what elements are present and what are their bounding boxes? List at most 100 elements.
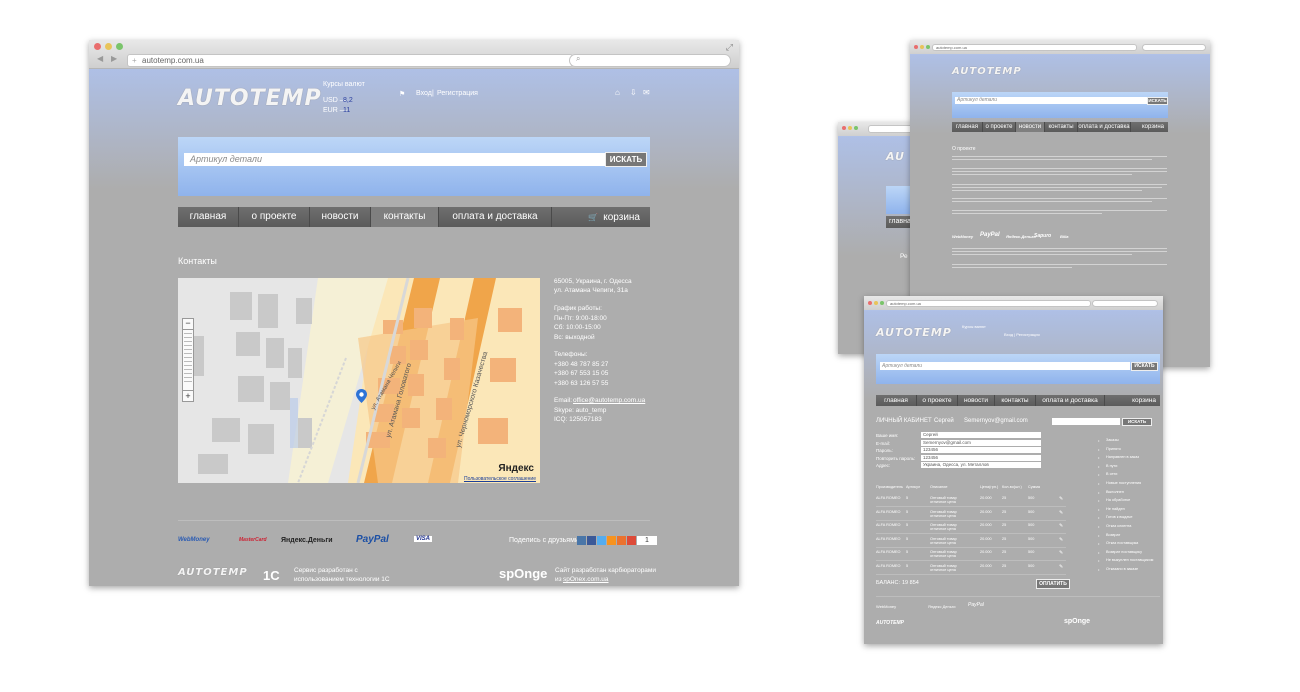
nav-item-about[interactable]: о проекте — [239, 207, 310, 227]
minimize-dot-icon[interactable] — [848, 126, 852, 130]
forward-arrow-icon[interactable]: ▶ — [111, 54, 117, 63]
zoom-track[interactable] — [184, 333, 192, 385]
sidebar-item[interactable]: Не найден — [1106, 507, 1125, 511]
home-icon[interactable]: ⌂ — [615, 88, 620, 97]
maximize-dot-icon[interactable] — [926, 45, 930, 49]
address-bar[interactable]: autotemp.com.ua — [932, 44, 1137, 51]
close-dot-icon[interactable] — [868, 301, 872, 305]
zoom-slider[interactable]: − + — [182, 318, 194, 402]
nav-item-delivery[interactable]: оплата и доставка — [439, 207, 552, 227]
nav-item-contacts[interactable]: контакты — [1045, 122, 1078, 132]
odnoklassniki-icon[interactable] — [607, 536, 616, 545]
phone-3[interactable]: +380 63 126 57 55 — [554, 379, 608, 389]
nav-item-home[interactable]: главная — [876, 395, 917, 406]
nav-item-news[interactable]: новости — [958, 395, 995, 406]
form-input[interactable]: Сергей — [921, 432, 1041, 438]
search-button[interactable]: ИСКАТЬ — [1131, 362, 1158, 371]
nav-item-home[interactable]: главная — [952, 122, 983, 132]
nav-item-about[interactable]: о проекте — [917, 395, 958, 406]
sidebar-item[interactable]: Отказ поставщика — [1106, 541, 1138, 545]
nav-item-about[interactable]: о проекте — [983, 122, 1016, 132]
edit-icon[interactable]: ✎ — [1059, 523, 1063, 529]
nav-item-delivery[interactable]: оплата и доставка — [1036, 395, 1105, 406]
nav-item-news[interactable]: новости — [310, 207, 371, 227]
mailru-icon[interactable] — [617, 536, 626, 545]
minimize-dot-icon[interactable] — [874, 301, 878, 305]
nav-item-home[interactable]: главная — [178, 207, 239, 227]
edit-icon[interactable]: ✎ — [1059, 510, 1063, 516]
minimize-dot-icon[interactable] — [105, 43, 112, 50]
cabinet-search-button[interactable]: ИСКАТЬ — [1122, 418, 1152, 426]
form-input[interactable]: Украина, Одесса, ул. Металлов — [921, 462, 1041, 469]
form-input[interactable]: 123456 — [921, 454, 1041, 461]
nav-item-delivery[interactable]: оплата и доставка — [1078, 122, 1131, 132]
sidebar-item[interactable]: На обработке — [1106, 498, 1130, 502]
zoom-in-button[interactable]: + — [183, 390, 193, 401]
facebook-icon[interactable] — [587, 536, 596, 545]
maximize-dot-icon[interactable] — [880, 301, 884, 305]
sidebar-item[interactable]: Принято — [1106, 447, 1121, 451]
sponge-link[interactable]: spOnex.com.ua — [563, 575, 609, 584]
edit-icon[interactable]: ✎ — [1059, 537, 1063, 543]
login-link[interactable]: Вход — [416, 90, 432, 97]
zoom-out-button[interactable]: − — [183, 319, 193, 330]
auth-links[interactable]: Вход | Регистрация — [1004, 332, 1040, 337]
maximize-dot-icon[interactable] — [116, 43, 123, 50]
mail-icon[interactable]: ✉ — [643, 88, 650, 97]
browser-search[interactable]: ⌕ — [569, 54, 731, 67]
agreement-link[interactable]: Пользовательское соглашение — [464, 476, 536, 482]
sidebar-item[interactable]: Выполнен — [1106, 490, 1124, 494]
maximize-dot-icon[interactable] — [854, 126, 858, 130]
download-icon[interactable]: ⇩ — [630, 88, 637, 97]
google-plus-icon[interactable] — [627, 536, 636, 545]
close-dot-icon[interactable] — [842, 126, 846, 130]
sidebar-item[interactable]: Новые поступления — [1106, 481, 1141, 485]
search-input[interactable]: Артикул детали — [955, 97, 1147, 104]
nav-item-contacts[interactable]: контакты — [995, 395, 1036, 406]
search-button[interactable]: ИСКАТЬ — [1147, 97, 1168, 105]
search-input[interactable]: Артикул детали — [880, 362, 1130, 370]
sidebar-item[interactable]: Не выкуплен поставщиком — [1106, 558, 1153, 562]
cart-link[interactable]: корзина — [1131, 122, 1168, 132]
edit-icon[interactable]: ✎ — [1059, 496, 1063, 502]
browser-search[interactable] — [1092, 300, 1158, 307]
phone-2[interactable]: +380 67 553 15 05 — [554, 369, 608, 379]
fullscreen-icon[interactable]: ⤢ — [726, 42, 733, 53]
cart-link[interactable]: 🛒 корзина — [552, 207, 650, 227]
map[interactable]: ул. Атамана Головатого ул. Черноморского… — [178, 278, 540, 483]
sidebar-item[interactable]: Отказано в заказе — [1106, 567, 1138, 571]
edit-icon[interactable]: ✎ — [1059, 564, 1063, 570]
sidebar-item[interactable]: В сети — [1106, 472, 1117, 476]
logo[interactable]: AUTOTEMP — [178, 86, 322, 111]
sidebar-item[interactable]: Возврат — [1106, 533, 1120, 537]
vk-icon[interactable] — [577, 536, 586, 545]
sidebar-item[interactable]: В пути — [1106, 464, 1117, 468]
edit-icon[interactable]: ✎ — [1059, 550, 1063, 556]
minimize-dot-icon[interactable] — [920, 45, 924, 49]
sidebar-item[interactable]: Возврат поставщику — [1106, 550, 1142, 554]
close-dot-icon[interactable] — [94, 43, 101, 50]
register-link[interactable]: Регистрация — [437, 90, 478, 97]
email-link[interactable]: office@autotemp.com.ua — [573, 396, 645, 406]
close-dot-icon[interactable] — [914, 45, 918, 49]
sidebar-item[interactable]: Отказ клиента — [1106, 524, 1131, 528]
sidebar-item[interactable]: Готов к выдаче — [1106, 515, 1133, 519]
form-input[interactable]: 123456 — [921, 447, 1041, 454]
search-button[interactable]: ИСКАТЬ — [605, 152, 647, 167]
pay-button[interactable]: ОПЛАТИТЬ — [1036, 579, 1070, 589]
address-bar[interactable]: + autotemp.com.ua — [127, 54, 573, 67]
sidebar-item[interactable]: Направлен в заказ — [1106, 455, 1139, 459]
twitter-icon[interactable] — [597, 536, 606, 545]
cabinet-search-input[interactable] — [1052, 418, 1120, 425]
back-arrow-icon[interactable]: ◀ — [97, 54, 103, 63]
nav-item-news[interactable]: новости — [1016, 122, 1045, 132]
form-input[interactable]: Semernyov@gmail.com — [921, 439, 1041, 446]
map-pin-icon[interactable] — [356, 389, 367, 403]
browser-search[interactable] — [1142, 44, 1206, 51]
table-cell: Оптовый товар отличное цена — [930, 563, 957, 572]
nav-item-contacts[interactable]: контакты — [371, 207, 439, 227]
search-input[interactable]: Артикул детали — [184, 153, 606, 166]
cart-link[interactable]: корзина — [1105, 395, 1160, 406]
sidebar-item[interactable]: Заказы — [1106, 438, 1119, 442]
address-bar[interactable]: autotemp.com.ua — [886, 300, 1091, 307]
